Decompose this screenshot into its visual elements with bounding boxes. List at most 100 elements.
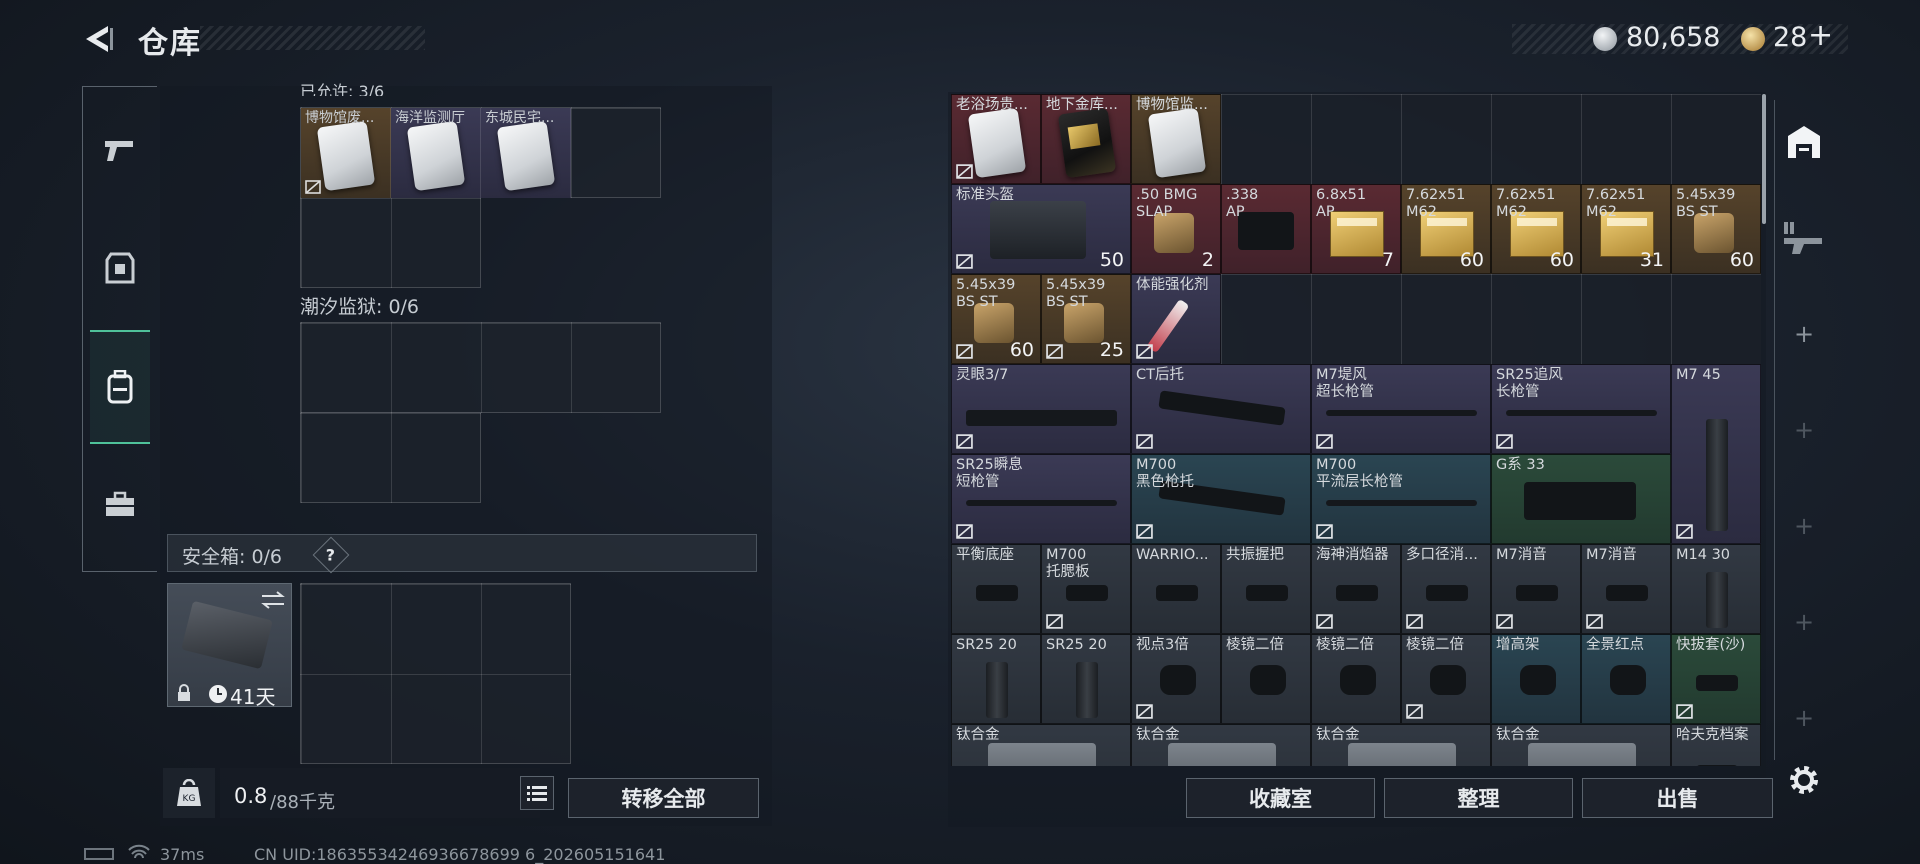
warehouse-item[interactable]: 快拔套(沙) (1671, 634, 1761, 724)
warehouse-item[interactable]: 标准头盔 50 (951, 184, 1131, 274)
warehouse-item[interactable]: 博物馆监... (1131, 94, 1221, 184)
warehouse-item[interactable]: 6.8x51 AP 7 (1311, 184, 1401, 274)
item-art (1516, 585, 1558, 601)
settings-button[interactable] (1786, 762, 1822, 798)
top-container-grid-row2 (300, 197, 481, 288)
warehouse-item[interactable]: 体能强化剂 (1131, 274, 1221, 364)
warehouse-item[interactable]: .338 AP (1221, 184, 1311, 274)
battery-icon (84, 848, 114, 860)
warehouse-item[interactable]: 全景红点 (1581, 634, 1671, 724)
warehouse-item[interactable]: 海神消焰器 (1311, 544, 1401, 634)
warehouse-item[interactable]: SR25瞬息 短枪管 (951, 454, 1131, 544)
back-arrow-icon[interactable] (82, 22, 116, 56)
item-art (1528, 743, 1636, 766)
nav-case[interactable] (90, 468, 150, 540)
inventory-slot[interactable]: 海洋监测厅 (391, 108, 481, 198)
warehouse-item[interactable]: 增高架 (1491, 634, 1581, 724)
warehouse-item[interactable]: 棱镜二倍 (1401, 634, 1491, 724)
sell-button[interactable]: 出售 (1582, 778, 1773, 818)
warehouse-item[interactable]: M700 托腮板 (1041, 544, 1131, 634)
warehouse-item[interactable]: 哈夫克档案 (1671, 724, 1761, 766)
tab-add-4[interactable]: + (1780, 598, 1828, 646)
warehouse-item[interactable]: 5.45x39 BS ST 60 (1671, 184, 1761, 274)
warehouse-item[interactable]: .50 BMG SLAP 2 (1131, 184, 1221, 274)
warehouse-item[interactable]: SR25 20 (951, 634, 1041, 724)
item-label: M700 托腮板 (1046, 547, 1090, 580)
warehouse-item[interactable]: 灵眼3/7 (951, 364, 1131, 454)
help-glyph: ? (326, 545, 336, 565)
tab-weapon-rack[interactable] (1780, 214, 1828, 262)
tab-warehouse[interactable] (1780, 118, 1828, 166)
safe-box-days: 41天 (230, 685, 276, 709)
item-label: 哈夫克档案 (1676, 727, 1749, 743)
tab-add-3[interactable]: + (1780, 502, 1828, 550)
warehouse-item[interactable]: CT后托 (1131, 364, 1311, 454)
warehouse-item[interactable]: 钛合金 (951, 724, 1131, 766)
warehouse-item[interactable]: 多口径消... (1401, 544, 1491, 634)
warehouse-item[interactable]: 视点3倍 (1131, 634, 1221, 724)
warehouse-item[interactable]: SR25追风 长枪管 (1491, 364, 1671, 454)
warehouse-item[interactable]: M7消音 (1581, 544, 1671, 634)
item-art (1706, 419, 1728, 531)
prison-grid-row2[interactable] (300, 412, 481, 503)
item-art (1057, 107, 1117, 179)
warehouse-item[interactable]: 7.62x51 M62 31 (1581, 184, 1671, 274)
warehouse-item[interactable]: 5.45x39 BS ST 25 (1041, 274, 1131, 364)
warehouse-item[interactable]: 棱镜二倍 (1221, 634, 1311, 724)
warehouse-item[interactable]: WARRIO... (1131, 544, 1221, 634)
warehouse-item[interactable]: M7堤风 超长枪管 (1311, 364, 1491, 454)
warehouse-item[interactable]: 5.45x39 BS ST 60 (951, 274, 1041, 364)
warehouse-item[interactable]: M7 45 (1671, 364, 1761, 544)
section-top-label: 已允许: 3/6 (300, 82, 385, 96)
sort-button[interactable]: 整理 (1384, 778, 1573, 818)
item-label: M700 黑色枪托 (1136, 457, 1194, 490)
inventory-slot[interactable]: 博物馆废... (301, 108, 391, 198)
item-label: G系 33 (1496, 457, 1545, 473)
safe-box-item[interactable]: 41天 (167, 583, 292, 709)
swap-icon[interactable] (260, 590, 286, 610)
safe-box-grid[interactable] (300, 583, 571, 764)
list-view-button[interactable] (520, 776, 554, 810)
item-art (1706, 572, 1728, 628)
collection-room-button[interactable]: 收藏室 (1186, 778, 1375, 818)
warehouse-item[interactable]: 地下金库... (1041, 94, 1131, 184)
warehouse-item[interactable]: 老浴场贵... (951, 94, 1041, 184)
nav-armor[interactable] (90, 232, 150, 304)
warehouse-item[interactable]: 棱镜二倍 (1311, 634, 1401, 724)
title-decoration (200, 26, 425, 50)
item-label: 5.45x39 BS ST (1676, 187, 1736, 220)
add-currency-button[interactable]: + (1808, 18, 1833, 53)
no-insure-icon (1136, 434, 1153, 449)
warehouse-item[interactable]: 钛合金 (1311, 724, 1491, 766)
inventory-slot[interactable]: 东城民宅... (481, 108, 571, 198)
tab-add-2[interactable]: + (1780, 406, 1828, 454)
prison-grid-row1[interactable] (300, 322, 661, 413)
warehouse-item[interactable]: 钛合金 (1491, 724, 1671, 766)
warehouse-item[interactable]: M700 黑色枪托 (1131, 454, 1311, 544)
transfer-all-button[interactable]: 转移全部 (568, 778, 759, 818)
warehouse-item[interactable]: 平衡底座 (951, 544, 1041, 634)
tab-add-5[interactable]: + (1780, 694, 1828, 742)
tab-add-1[interactable]: + (1780, 310, 1828, 358)
no-insure-icon (1496, 434, 1513, 449)
item-count: 60 (1459, 249, 1484, 271)
item-art (1156, 585, 1198, 601)
warehouse-item[interactable]: 7.62x51 M62 60 (1491, 184, 1581, 274)
warehouse-item[interactable]: 共振握把 (1221, 544, 1311, 634)
warehouse-item[interactable]: M7消音 (1491, 544, 1581, 634)
warehouse-item[interactable]: SR25 20 (1041, 634, 1131, 724)
item-art (1147, 107, 1207, 179)
backpack-icon (107, 370, 133, 404)
item-label: 5.45x39 BS ST (956, 277, 1016, 310)
no-insure-icon (956, 254, 973, 269)
warehouse-item[interactable]: M14 30 (1671, 544, 1761, 634)
ping-text: 37ms (160, 845, 205, 864)
warehouse-item[interactable]: 钛合金 (1131, 724, 1311, 766)
no-insure-icon (305, 180, 321, 194)
warehouse-item[interactable]: G系 33 (1491, 454, 1671, 544)
warehouse-scrollbar[interactable] (1762, 94, 1766, 224)
warehouse-item[interactable]: M700 平流层长枪管 (1311, 454, 1491, 544)
nav-backpack[interactable] (90, 330, 150, 444)
nav-weapons[interactable] (90, 114, 150, 186)
warehouse-item[interactable]: 7.62x51 M62 60 (1401, 184, 1491, 274)
